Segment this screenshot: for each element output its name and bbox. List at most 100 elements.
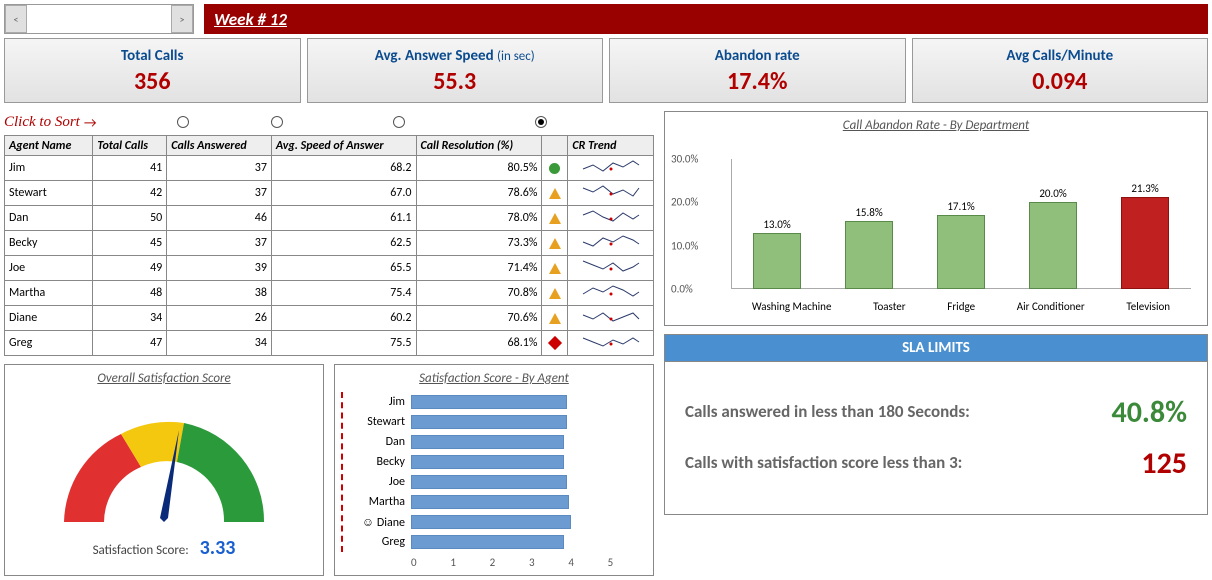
table-header: Total Calls bbox=[93, 136, 167, 156]
bar-value-label: 21.3% bbox=[1115, 182, 1175, 195]
avg-speed: 60.2 bbox=[271, 306, 416, 331]
table-row: Joe493965.571.4% bbox=[5, 256, 654, 281]
table-header: Avg. Speed of Answer bbox=[271, 136, 416, 156]
cr-trend-sparkline bbox=[568, 281, 654, 306]
table-row: Becky453762.573.3% bbox=[5, 231, 654, 256]
sort-radio-speed[interactable] bbox=[393, 116, 405, 128]
call-resolution: 78.6% bbox=[416, 181, 542, 206]
agent-sat-bar bbox=[411, 535, 647, 549]
kpi-total-calls: Total Calls 356 bbox=[4, 38, 301, 103]
x-tick: Washing Machine bbox=[752, 300, 832, 313]
gauge-panel: Overall Satisfaction Score Satisfaction … bbox=[4, 364, 324, 576]
dept-bar: 20.0% bbox=[1023, 187, 1083, 289]
cr-trend-sparkline bbox=[568, 256, 654, 281]
agent-sat-name: Martha bbox=[341, 495, 411, 509]
agent-name: Martha bbox=[5, 281, 93, 306]
agent-sat-row: Jim bbox=[341, 392, 647, 412]
cr-trend-sparkline bbox=[568, 156, 654, 181]
axis-tick: 0 bbox=[411, 556, 450, 569]
cr-trend-sparkline bbox=[568, 331, 654, 356]
total-calls: 50 bbox=[93, 206, 167, 231]
status-warn-icon bbox=[549, 188, 561, 199]
panel-title: Satisfaction Score - By Agent bbox=[341, 371, 647, 386]
agent-sat-bar bbox=[411, 455, 647, 469]
agent-sat-name: Dan bbox=[341, 435, 411, 449]
sla-header: SLA LIMITS bbox=[664, 334, 1208, 361]
agent-sat-row: Joe bbox=[341, 472, 647, 492]
sort-radio-calls-answered[interactable] bbox=[271, 116, 283, 128]
calls-answered: 34 bbox=[167, 331, 272, 356]
cr-indicator bbox=[542, 331, 568, 356]
sort-hint-label: Click to Sort bbox=[4, 114, 80, 131]
cr-trend-sparkline bbox=[568, 206, 654, 231]
next-week-button[interactable]: > bbox=[171, 5, 193, 33]
sla-answered-value: 40.8% bbox=[1037, 394, 1187, 431]
satisfaction-score-label: Satisfaction Score: bbox=[93, 543, 189, 558]
cr-indicator bbox=[542, 256, 568, 281]
y-tick: 20.0% bbox=[671, 196, 698, 209]
table-header: Call Resolution (%) bbox=[416, 136, 542, 156]
total-calls: 49 bbox=[93, 256, 167, 281]
prev-week-button[interactable]: < bbox=[5, 5, 27, 33]
sort-radio-total-calls[interactable] bbox=[177, 116, 189, 128]
panel-title: Call Abandon Rate - By Department bbox=[671, 118, 1201, 133]
avg-speed: 62.5 bbox=[271, 231, 416, 256]
cr-indicator bbox=[542, 231, 568, 256]
status-warn-icon bbox=[549, 263, 561, 274]
bar-value-label: 17.1% bbox=[931, 200, 991, 213]
avg-speed: 68.2 bbox=[271, 156, 416, 181]
status-warn-icon bbox=[549, 288, 561, 299]
agent-sat-name: Becky bbox=[341, 455, 411, 469]
cr-trend-sparkline bbox=[568, 231, 654, 256]
arrow-right-icon: → bbox=[84, 114, 97, 131]
call-resolution: 78.0% bbox=[416, 206, 542, 231]
sort-radio-call-resolution[interactable] bbox=[535, 116, 547, 128]
sla-lowsat-label: Calls with satisfaction score less than … bbox=[685, 453, 1037, 473]
cr-indicator bbox=[542, 181, 568, 206]
axis-tick: 5 bbox=[608, 556, 647, 569]
agent-sat-row: Greg bbox=[341, 532, 647, 552]
table-header: CR Trend bbox=[568, 136, 654, 156]
total-calls: 48 bbox=[93, 281, 167, 306]
kpi-calls-per-minute: Avg Calls/Minute 0.094 bbox=[912, 38, 1209, 103]
agent-sat-bar bbox=[411, 475, 647, 489]
agents-table: Agent NameTotal CallsCalls AnsweredAvg. … bbox=[4, 135, 654, 356]
agent-sat-name: Stewart bbox=[341, 415, 411, 429]
sort-radio-row: Click to Sort → bbox=[4, 111, 654, 133]
x-tick: Toaster bbox=[873, 300, 906, 313]
avg-speed: 61.1 bbox=[271, 206, 416, 231]
cr-indicator bbox=[542, 281, 568, 306]
calls-answered: 38 bbox=[167, 281, 272, 306]
agent-name: Dan bbox=[5, 206, 93, 231]
agent-name: Greg bbox=[5, 331, 93, 356]
agent-sat-bar bbox=[411, 435, 647, 449]
status-bad-icon bbox=[548, 336, 562, 350]
total-calls: 45 bbox=[93, 231, 167, 256]
call-resolution: 70.6% bbox=[416, 306, 542, 331]
axis-tick: 3 bbox=[529, 556, 568, 569]
calls-answered: 39 bbox=[167, 256, 272, 281]
cr-indicator bbox=[542, 206, 568, 231]
table-row: Stewart423767.078.6% bbox=[5, 181, 654, 206]
x-tick: Television bbox=[1126, 300, 1170, 313]
agent-sat-row: Stewart bbox=[341, 412, 647, 432]
kpi-value: 356 bbox=[9, 67, 296, 96]
sla-panel: Calls answered in less than 180 Seconds:… bbox=[664, 361, 1208, 515]
status-warn-icon bbox=[549, 313, 561, 324]
agent-sat-name: Joe bbox=[341, 475, 411, 489]
call-resolution: 68.1% bbox=[416, 331, 542, 356]
avg-speed: 75.4 bbox=[271, 281, 416, 306]
kpi-value: 17.4% bbox=[614, 67, 901, 96]
agent-sat-row: Becky bbox=[341, 452, 647, 472]
kpi-value: 0.094 bbox=[917, 67, 1204, 96]
bar-value-label: 15.8% bbox=[839, 206, 899, 219]
table-header: Agent Name bbox=[5, 136, 93, 156]
cr-indicator bbox=[542, 306, 568, 331]
axis-tick: 1 bbox=[450, 556, 489, 569]
agent-sat-name: Greg bbox=[341, 535, 411, 549]
week-stepper[interactable]: < > bbox=[4, 4, 194, 34]
table-header: Calls Answered bbox=[167, 136, 272, 156]
calls-answered: 37 bbox=[167, 231, 272, 256]
agent-name: Diane bbox=[5, 306, 93, 331]
panel-title: Overall Satisfaction Score bbox=[11, 371, 317, 386]
